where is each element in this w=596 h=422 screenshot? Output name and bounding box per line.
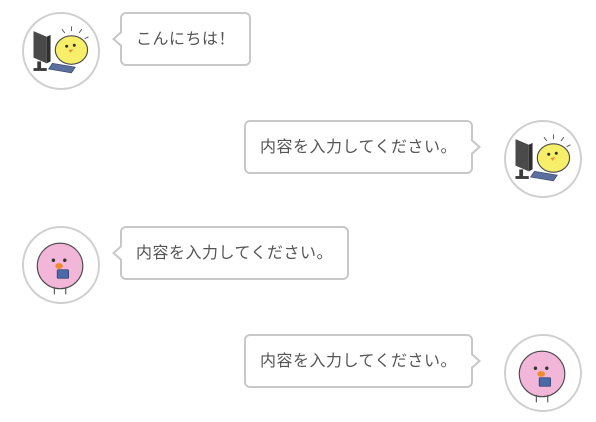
message-row: こんにちは！ (0, 12, 596, 92)
message-bubble: 内容を入力してください。 (244, 120, 482, 174)
chick-computer-icon (515, 134, 571, 182)
message-text: 内容を入力してください。 (260, 137, 458, 156)
message-text: こんにちは！ (136, 29, 236, 48)
pink-bird-avatar[interactable] (504, 334, 582, 412)
pink-bird-avatar[interactable] (22, 226, 100, 304)
pink-bird-icon (36, 242, 84, 295)
chick-computer-icon (33, 26, 89, 74)
message-row: 内容を入力してください。 (0, 334, 596, 414)
message-row: 内容を入力してください。 (0, 120, 596, 200)
message-row: 内容を入力してください。 (0, 226, 596, 306)
chick-computer-avatar[interactable] (504, 120, 582, 198)
message-bubble: 内容を入力してください。 (111, 226, 350, 280)
message-bubble: 内容を入力してください。 (244, 334, 482, 388)
chick-computer-avatar[interactable] (22, 12, 100, 90)
chat-thread: こんにちは！ 内容を入力してください。 内容を入力してください。 内容を入力して… (0, 0, 596, 422)
message-bubble: こんにちは！ (111, 12, 252, 66)
message-text: 内容を入力してください。 (136, 243, 334, 262)
message-text: 内容を入力してください。 (260, 351, 458, 370)
pink-bird-icon (518, 350, 566, 403)
